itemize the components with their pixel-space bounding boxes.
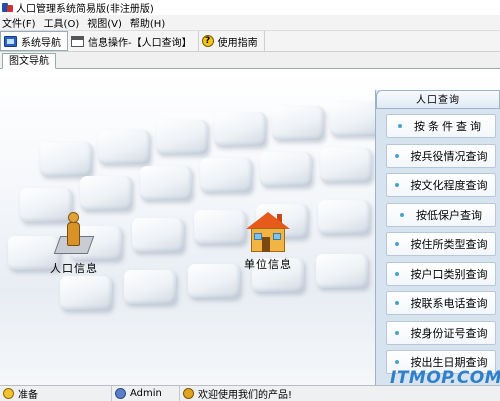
query-item-label: 按户口类别查询 <box>410 267 488 281</box>
bullet-icon <box>394 183 399 187</box>
query-by-id-number-button[interactable]: 按身份证号查询 <box>386 320 496 345</box>
status-ready: 准备 <box>0 385 112 401</box>
window-title: 人口管理系统简易版(非注册版) <box>16 4 154 15</box>
menu-help[interactable]: 帮助(H) <box>128 15 171 30</box>
status-welcome: 欢迎使用我们的产品! <box>180 386 500 401</box>
help-icon: ? <box>201 35 214 47</box>
status-ready-icon <box>3 388 14 399</box>
menu-view[interactable]: 视图(V) <box>85 15 128 30</box>
population-info-shortcut[interactable]: 人口信息 <box>34 212 114 276</box>
monitor-icon <box>4 35 17 47</box>
query-by-phone-button[interactable]: 按联系电话查询 <box>386 291 496 315</box>
query-by-low-income-button[interactable]: 按低保户查询 <box>386 202 496 227</box>
bullet-icon <box>394 330 399 335</box>
query-item-label: 按低保户查询 <box>416 208 482 222</box>
status-ready-text: 准备 <box>18 390 38 401</box>
toolbar: 系统导航 信息操作-【人口查询】 ? 使用指南 <box>0 30 500 52</box>
person-book-icon <box>51 212 97 258</box>
system-nav-label: 系统导航 <box>21 37 61 49</box>
query-item-label: 按条件查询 <box>414 120 484 133</box>
bullet-icon <box>394 242 399 246</box>
bullet-icon <box>394 153 399 158</box>
query-item-label: 按兵役情况查询 <box>410 149 488 163</box>
menu-tools[interactable]: 工具(O) <box>42 15 86 30</box>
window-icon <box>71 35 84 47</box>
tab-strip: 图文导航 <box>0 52 500 69</box>
site-watermark: ITMOP.COM <box>390 368 500 385</box>
menu-bar: 文件(F) 工具(O) 视图(V) 帮助(H) <box>0 15 500 30</box>
query-list: 按条件查询 按兵役情况查询 按文化程度查询 按低保户查询 按住所类型查询 按户口… <box>376 109 500 374</box>
query-by-education-button[interactable]: 按文化程度查询 <box>386 173 496 197</box>
welcome-icon <box>183 388 194 399</box>
query-item-label: 按住所类型查询 <box>410 238 488 251</box>
query-item-label: 按文化程度查询 <box>410 179 488 192</box>
population-info-label: 人口信息 <box>50 262 98 275</box>
population-query-panel: 人口查询 按条件查询 按兵役情况查询 按文化程度查询 按低保户查询 按住所类型查… <box>375 90 500 385</box>
query-by-residence-button[interactable]: 按住所类型查询 <box>386 232 496 256</box>
app-icon <box>2 2 13 13</box>
title-bar: 人口管理系统简易版(非注册版) <box>0 0 500 15</box>
query-item-label: 按联系电话查询 <box>410 297 488 310</box>
query-item-label: 按身份证号查询 <box>410 326 488 340</box>
house-icon <box>245 212 291 254</box>
query-by-military-button[interactable]: 按兵役情况查询 <box>386 143 496 168</box>
user-guide-label: 使用指南 <box>217 37 258 49</box>
status-welcome-text: 欢迎使用我们的产品! <box>198 390 293 401</box>
tab-graphic-nav[interactable]: 图文导航 <box>2 53 56 69</box>
info-operation-label: 信息操作-【人口查询】 <box>88 37 192 49</box>
unit-info-label: 单位信息 <box>244 258 292 271</box>
status-bar: 准备 Admin 欢迎使用我们的产品! <box>0 385 500 401</box>
menu-file[interactable]: 文件(F) <box>0 15 42 30</box>
main-content: 人口信息 单位信息 人口查询 按条件查询 按兵役情况查询 按文化程度查询 按低保… <box>0 70 500 385</box>
bullet-icon <box>398 124 402 128</box>
status-user: Admin <box>112 385 180 401</box>
system-nav-button[interactable]: 系统导航 <box>0 31 68 51</box>
bullet-icon <box>394 360 399 364</box>
bullet-icon <box>400 212 404 217</box>
user-icon <box>115 388 126 399</box>
unit-info-shortcut[interactable]: 单位信息 <box>228 212 308 272</box>
bullet-icon <box>394 271 399 276</box>
panel-title: 人口查询 <box>376 90 500 109</box>
user-guide-button[interactable]: ? 使用指南 <box>199 31 265 51</box>
status-user-text: Admin <box>130 388 162 399</box>
query-by-household-button[interactable]: 按户口类别查询 <box>386 261 496 286</box>
bullet-icon <box>394 301 399 305</box>
query-by-condition-button[interactable]: 按条件查询 <box>386 114 496 138</box>
info-operation-button[interactable]: 信息操作-【人口查询】 <box>68 31 199 51</box>
